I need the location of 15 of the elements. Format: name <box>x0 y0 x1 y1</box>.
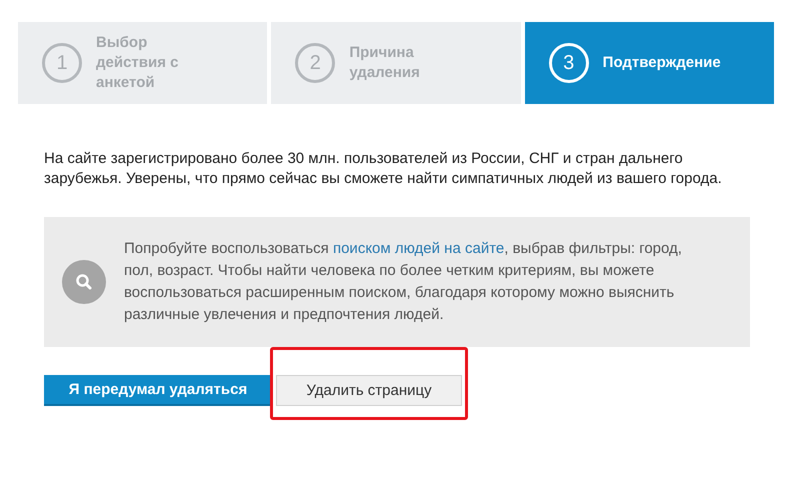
delete-page-button[interactable]: Удалить страницу <box>276 375 462 406</box>
people-search-link[interactable]: поиском людей на сайте <box>332 240 504 257</box>
keep-page-button[interactable]: Я передумал удаляться <box>44 375 272 406</box>
step-number: 1 <box>42 43 82 83</box>
step-tab[interactable]: 2 Причина удаления <box>271 22 521 104</box>
search-icon <box>62 260 106 304</box>
step-tab[interactable]: 1 Выбор действия с анкетой <box>18 22 268 104</box>
intro-text: На сайте зарегистрировано более 30 млн. пользователей из России, СНГ и стран дальнего зарубежья. Уверены, что прямо сейчас вы сможете найти симпатичных людей из вашего города. <box>44 149 723 189</box>
step-number: 3 <box>548 43 589 83</box>
step-label: Подтверждение <box>602 53 721 73</box>
step-tab[interactable]: 3 Подтверждение <box>524 22 774 104</box>
step-label: Выбор действия с анкетой <box>96 33 180 93</box>
step-label: Причина удаления <box>349 43 421 83</box>
tip-text: Попробуйте воспользоваться поиском людей на сайте, выбрав фильтры: город, пол, возраст. Чтобы найти человека по более четким критериям, вы можете воспользоваться расширенным поиском, благодаря которому можно выяснить различные увлечения и предпочтения людей. <box>124 239 683 325</box>
step-number: 2 <box>295 43 336 83</box>
